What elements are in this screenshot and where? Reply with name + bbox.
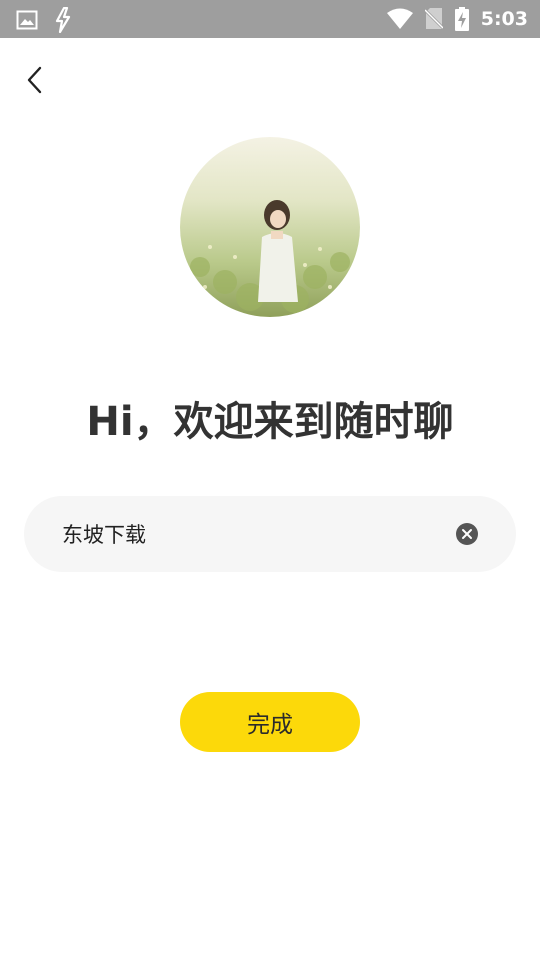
clear-input-button[interactable] [456,523,478,545]
wifi-icon [386,8,413,30]
back-button[interactable] [18,62,50,98]
chevron-left-icon [25,66,43,94]
image-icon [16,10,38,30]
avatar[interactable] [180,137,360,317]
nickname-field[interactable] [24,496,516,572]
status-time: 5:03 [480,8,528,30]
done-button[interactable]: 完成 [180,692,360,752]
clear-icon [456,523,478,545]
status-bar: 5:03 [0,0,540,38]
bolt-icon [54,7,72,33]
welcome-title: Hi，欢迎来到随时聊 [86,399,454,445]
nickname-input[interactable] [62,518,442,550]
no-sim-icon [424,8,443,30]
battery-charging-icon [454,7,469,31]
